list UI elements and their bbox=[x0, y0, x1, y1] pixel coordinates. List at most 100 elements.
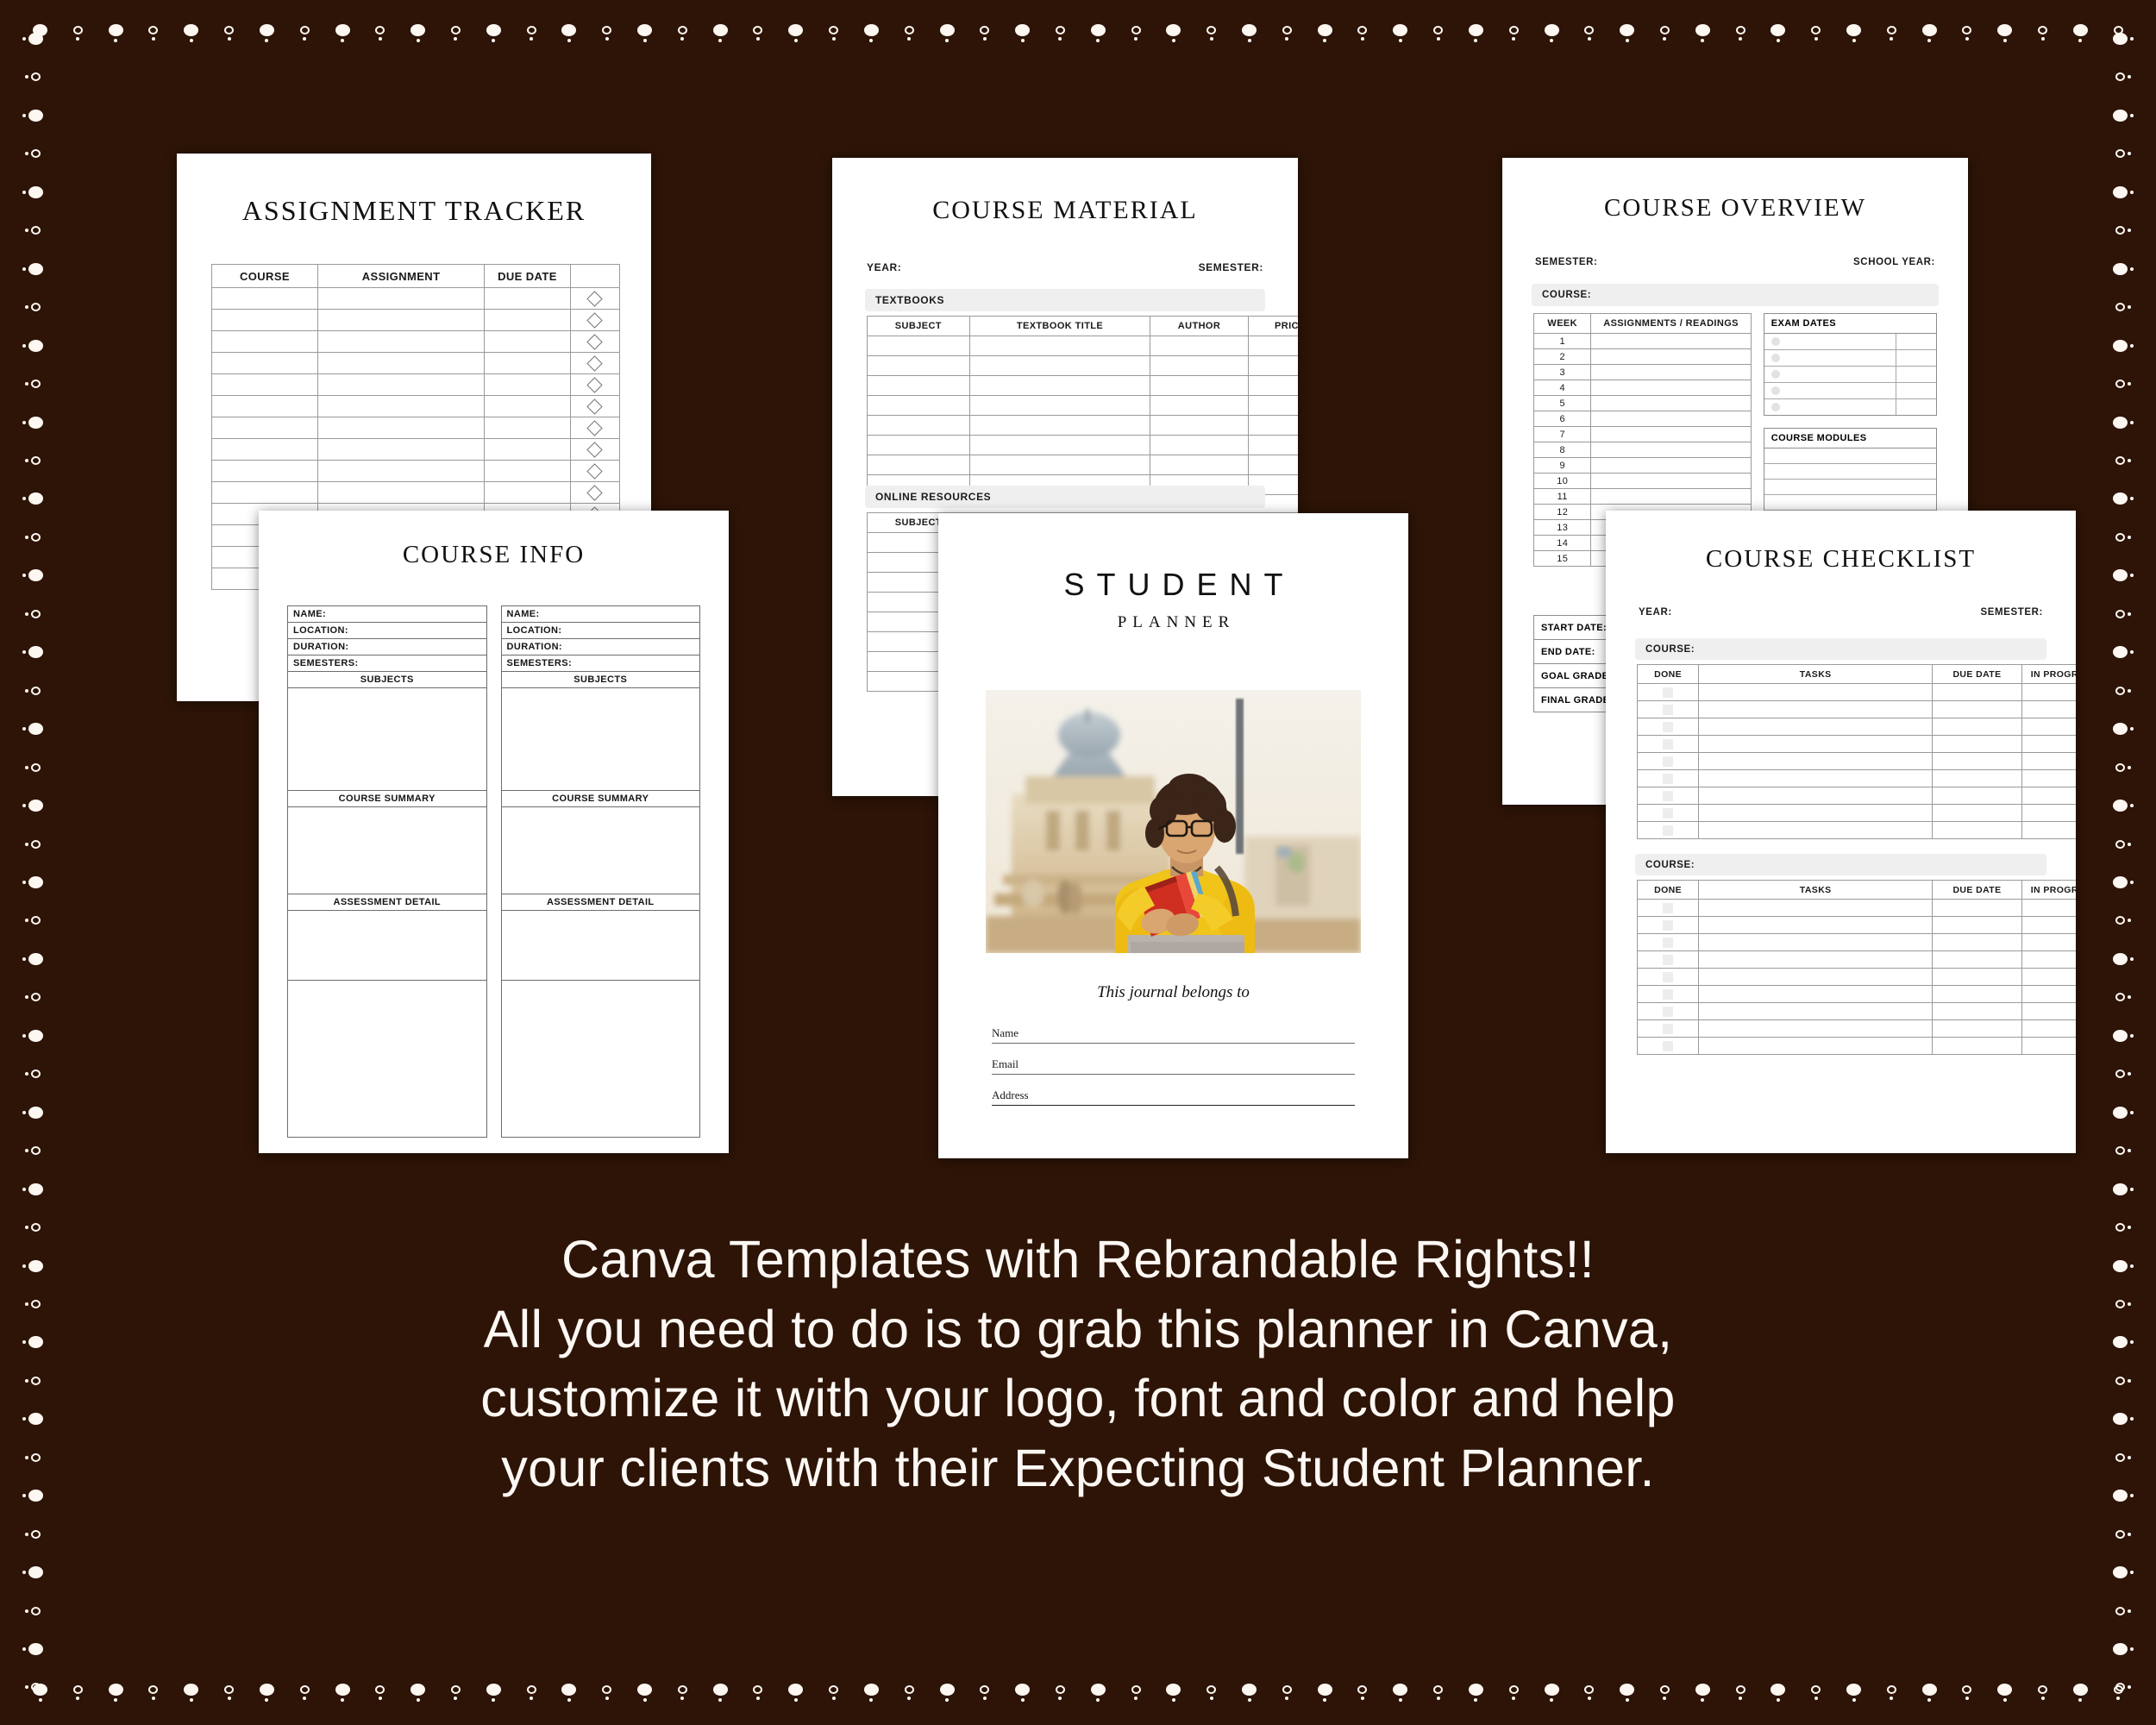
cell[interactable] bbox=[1150, 395, 1249, 416]
checkbox-icon[interactable] bbox=[1663, 902, 1674, 913]
cell-due-date[interactable] bbox=[484, 330, 571, 353]
cell-task[interactable] bbox=[1698, 821, 1934, 839]
cell-assignment[interactable] bbox=[317, 330, 486, 353]
cell-done[interactable] bbox=[1636, 735, 1700, 753]
cell-check[interactable] bbox=[569, 330, 621, 353]
cell-assignments[interactable] bbox=[1590, 426, 1752, 442]
checkbox-icon[interactable] bbox=[1663, 825, 1674, 836]
cell[interactable] bbox=[968, 435, 1151, 455]
info-field[interactable]: DURATION: bbox=[288, 639, 486, 656]
table-row[interactable] bbox=[211, 287, 621, 310]
cell-due-date[interactable] bbox=[484, 395, 571, 417]
table-row[interactable] bbox=[1636, 1037, 2076, 1055]
cell-assignment[interactable] bbox=[317, 373, 486, 396]
cell-due-date[interactable] bbox=[1932, 683, 2022, 701]
cell[interactable] bbox=[1247, 336, 1298, 356]
cell[interactable] bbox=[867, 375, 970, 396]
cell-due-date[interactable] bbox=[484, 287, 571, 310]
module-row[interactable] bbox=[1764, 480, 1936, 495]
week-row[interactable]: 10 bbox=[1532, 473, 1752, 489]
diamond-icon[interactable] bbox=[586, 462, 604, 480]
week-row[interactable]: 4 bbox=[1532, 380, 1752, 396]
week-row[interactable]: 11 bbox=[1532, 488, 1752, 505]
cell-course[interactable] bbox=[211, 460, 318, 482]
cell-in-progress[interactable] bbox=[2021, 735, 2076, 753]
cell-check[interactable] bbox=[569, 352, 621, 374]
checkbox-icon[interactable] bbox=[1663, 1040, 1674, 1051]
diamond-icon[interactable] bbox=[586, 311, 604, 329]
info-field[interactable]: NAME: bbox=[501, 606, 699, 623]
table-row[interactable] bbox=[211, 373, 621, 396]
cell[interactable] bbox=[1150, 455, 1249, 475]
exam-date-row[interactable] bbox=[1764, 334, 1936, 350]
cell-done[interactable] bbox=[1636, 933, 1700, 951]
cell-due-date[interactable] bbox=[484, 460, 571, 482]
checkbox-icon[interactable] bbox=[1663, 937, 1674, 948]
cell-done[interactable] bbox=[1636, 700, 1700, 718]
info-field[interactable]: LOCATION: bbox=[501, 623, 699, 639]
cell[interactable] bbox=[867, 455, 970, 475]
cell-task[interactable] bbox=[1698, 804, 1934, 822]
cell-course[interactable] bbox=[211, 373, 318, 396]
table-row[interactable] bbox=[211, 395, 621, 417]
cell-due-date[interactable] bbox=[1932, 821, 2022, 839]
cell-in-progress[interactable] bbox=[2021, 950, 2076, 969]
exam-date-cell[interactable] bbox=[1896, 334, 1936, 349]
table-row[interactable] bbox=[1636, 916, 2076, 934]
cell-in-progress[interactable] bbox=[2021, 804, 2076, 822]
cell[interactable] bbox=[968, 375, 1151, 396]
checkbox-icon[interactable] bbox=[1663, 738, 1674, 750]
cell-assignments[interactable] bbox=[1590, 457, 1752, 474]
table-row[interactable] bbox=[1636, 985, 2076, 1003]
cell-due-date[interactable] bbox=[1932, 804, 2022, 822]
table-row[interactable] bbox=[867, 336, 1298, 356]
cell-due-date[interactable] bbox=[484, 417, 571, 439]
cell-in-progress[interactable] bbox=[2021, 916, 2076, 934]
cell[interactable] bbox=[1150, 435, 1249, 455]
cell-due-date[interactable] bbox=[1932, 1002, 2022, 1020]
cell-due-date[interactable] bbox=[1932, 950, 2022, 969]
cell-course[interactable] bbox=[211, 287, 318, 310]
cell-task[interactable] bbox=[1698, 787, 1934, 805]
panel-footer-area[interactable] bbox=[288, 981, 486, 1137]
table-row[interactable] bbox=[1636, 950, 2076, 969]
exam-date-cell[interactable] bbox=[1896, 350, 1936, 366]
table-row[interactable] bbox=[867, 355, 1298, 376]
cell-in-progress[interactable] bbox=[2021, 1002, 2076, 1020]
cell-in-progress[interactable] bbox=[2021, 968, 2076, 986]
cell-in-progress[interactable] bbox=[2021, 899, 2076, 917]
cell-assignments[interactable] bbox=[1590, 395, 1752, 411]
table-row[interactable] bbox=[211, 481, 621, 504]
table-row[interactable] bbox=[1636, 683, 2076, 701]
table-row[interactable] bbox=[1636, 718, 2076, 736]
cell[interactable] bbox=[968, 395, 1151, 416]
cell-due-date[interactable] bbox=[1932, 787, 2022, 805]
cell[interactable] bbox=[1150, 355, 1249, 376]
cell-in-progress[interactable] bbox=[2021, 769, 2076, 787]
cell[interactable] bbox=[867, 435, 970, 455]
diamond-icon[interactable] bbox=[586, 419, 604, 436]
cell[interactable] bbox=[1247, 395, 1298, 416]
table-row[interactable] bbox=[211, 438, 621, 461]
checkbox-icon[interactable] bbox=[1663, 687, 1674, 698]
cell-done[interactable] bbox=[1636, 1019, 1700, 1038]
cell[interactable] bbox=[1247, 355, 1298, 376]
cell-in-progress[interactable] bbox=[2021, 821, 2076, 839]
exam-name-cell[interactable] bbox=[1764, 370, 1896, 379]
field-line[interactable] bbox=[992, 1043, 1355, 1044]
cell-due-date[interactable] bbox=[1932, 735, 2022, 753]
cell[interactable] bbox=[1247, 435, 1298, 455]
table-row[interactable] bbox=[1636, 700, 2076, 718]
assessment-detail-area[interactable] bbox=[288, 911, 486, 981]
cell-task[interactable] bbox=[1698, 735, 1934, 753]
cell-done[interactable] bbox=[1636, 1002, 1700, 1020]
cell-course[interactable] bbox=[211, 309, 318, 331]
checkbox-icon[interactable] bbox=[1663, 773, 1674, 784]
cell[interactable] bbox=[867, 355, 970, 376]
week-row[interactable]: 6 bbox=[1532, 411, 1752, 427]
cell-task[interactable] bbox=[1698, 933, 1934, 951]
table-row[interactable] bbox=[1636, 787, 2076, 805]
diamond-icon[interactable] bbox=[586, 376, 604, 393]
diamond-icon[interactable] bbox=[586, 333, 604, 350]
cell-assignment[interactable] bbox=[317, 287, 486, 310]
